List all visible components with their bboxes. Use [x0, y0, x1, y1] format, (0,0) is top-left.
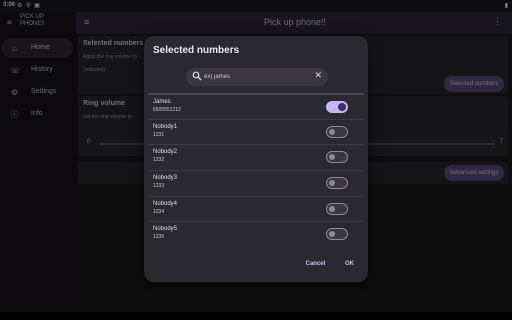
dialog-title: Selected numbers	[153, 45, 240, 56]
list-item[interactable]: Nobody4 1234	[148, 195, 364, 222]
toggle-knob	[329, 205, 335, 212]
contact-toggle[interactable]	[326, 101, 348, 113]
contact-name: Nobody3	[153, 175, 178, 182]
toggle-knob	[329, 231, 335, 238]
dialog-actions: Cancel OK	[288, 261, 354, 267]
toggle-knob	[329, 180, 335, 187]
contact-toggle[interactable]	[326, 151, 348, 164]
toggle-knob	[338, 103, 346, 111]
list-item[interactable]: Nobody2 1232	[148, 144, 364, 170]
search-bar: ✕	[186, 68, 328, 86]
toggle-knob	[329, 128, 335, 135]
contact-name: James	[153, 99, 171, 105]
contact-toggle[interactable]	[326, 202, 348, 215]
contact-toggle[interactable]	[326, 228, 348, 241]
list-item[interactable]: Nobody1 1231	[148, 118, 364, 145]
cancel-button[interactable]: Cancel	[306, 261, 326, 267]
search-icon	[192, 71, 202, 81]
screen: 3:06 ⚙ ⚲ ▣ ▮ ≡ PICK UP PHONE!! ⌂ Home ☏ …	[0, 0, 512, 320]
contact-name: Nobody4	[153, 200, 178, 207]
contact-name: Nobody5	[153, 226, 178, 233]
contact-number: 6505551212	[153, 107, 181, 113]
close-icon[interactable]: ✕	[314, 70, 322, 81]
contact-name: Nobody2	[153, 149, 178, 156]
selected-numbers-dialog: Selected numbers ✕ James 6505551212 Nobo…	[144, 36, 368, 282]
contact-number: 1232	[153, 157, 165, 164]
contact-number: 1231	[153, 131, 165, 138]
contact-name: Nobody1	[153, 123, 178, 130]
search-input[interactable]	[204, 70, 304, 84]
list-item[interactable]: James 6505551212	[148, 93, 364, 119]
contact-number: 1234	[153, 208, 165, 215]
list-item[interactable]: Nobody3 1233	[148, 170, 364, 196]
list-item[interactable]: Nobody5 1235	[148, 221, 364, 247]
contact-list: James 6505551212 Nobody1 1231 Nobody2 12…	[148, 93, 364, 247]
contact-toggle[interactable]	[326, 177, 348, 190]
ok-button[interactable]: OK	[345, 261, 354, 267]
toggle-knob	[329, 154, 335, 161]
contact-number: 1235	[153, 234, 165, 241]
contact-number: 1233	[153, 183, 165, 190]
contact-toggle[interactable]	[326, 125, 348, 138]
